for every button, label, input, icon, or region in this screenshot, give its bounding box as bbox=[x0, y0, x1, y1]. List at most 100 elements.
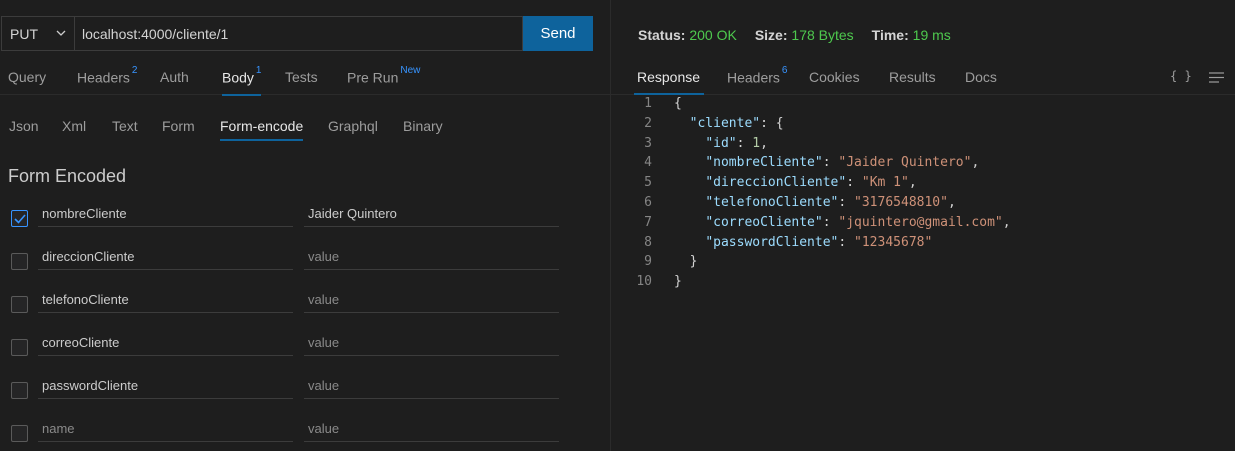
tab-graphql[interactable]: Graphql bbox=[328, 118, 378, 134]
url-bar: PUT localhost:4000/cliente/1 Send bbox=[1, 16, 593, 51]
json-key: id bbox=[713, 135, 729, 151]
response-status-bar: Status: 200 OK Size: 178 Bytes Time: 19 … bbox=[638, 27, 969, 43]
json-key: cliente bbox=[697, 115, 753, 131]
tab-label: Headers bbox=[727, 69, 780, 86]
key-input[interactable]: telefonoCliente bbox=[38, 287, 293, 313]
method-label: PUT bbox=[10, 25, 38, 42]
json-key: correoCliente bbox=[713, 214, 815, 230]
json-key: direccionCliente bbox=[713, 175, 839, 191]
line-number: 7 bbox=[644, 214, 652, 230]
json-value: 3176548810 bbox=[861, 194, 941, 210]
line-number: 1 bbox=[644, 96, 652, 111]
code-line: 10} bbox=[611, 274, 1011, 294]
value-input[interactable]: value bbox=[304, 373, 559, 399]
body-type-tabs: Json Xml Text Form Form-encode Graphql B… bbox=[0, 110, 610, 141]
tab-badge: 2 bbox=[131, 65, 138, 76]
value-input[interactable]: Jaider Quintero bbox=[304, 201, 559, 227]
tab-tests[interactable]: Tests bbox=[285, 69, 318, 85]
json-value: Jaider Quintero bbox=[846, 155, 964, 171]
tab-xml[interactable]: Xml bbox=[62, 118, 86, 134]
json-value: 1 bbox=[752, 135, 761, 151]
active-tab-indicator bbox=[222, 93, 262, 96]
code-line: 3 "id": 1, bbox=[611, 136, 1011, 156]
line-number: 6 bbox=[644, 194, 652, 210]
url-input[interactable]: localhost:4000/cliente/1 bbox=[75, 16, 523, 51]
code-line: 6 "telefonoCliente": "3176548810", bbox=[611, 195, 1011, 215]
form-title: Form Encoded bbox=[8, 166, 127, 186]
active-tab-indicator bbox=[634, 93, 705, 95]
tab-label: Pre Run bbox=[347, 69, 399, 86]
json-value: 12345678 bbox=[861, 234, 925, 250]
time-label: Time: bbox=[871, 27, 909, 43]
key-input[interactable]: name bbox=[38, 416, 293, 442]
tab-cookies[interactable]: Cookies bbox=[809, 69, 860, 85]
method-select[interactable]: PUT bbox=[1, 16, 75, 51]
value-input[interactable]: value bbox=[304, 287, 559, 313]
value-input[interactable]: value bbox=[304, 244, 559, 270]
time-value: 19 ms bbox=[912, 27, 951, 43]
row-checkbox[interactable] bbox=[11, 339, 28, 356]
tab-results[interactable]: Results bbox=[889, 69, 936, 85]
row-checkbox[interactable] bbox=[11, 253, 28, 270]
tab-docs[interactable]: Docs bbox=[965, 69, 997, 85]
tab-form-encode[interactable]: Form-encode bbox=[220, 118, 304, 141]
tab-badge: 6 bbox=[781, 65, 788, 76]
tab-pre-run[interactable]: Pre Run New bbox=[347, 65, 420, 86]
key-input[interactable]: direccionCliente bbox=[38, 244, 293, 270]
tab-form[interactable]: Form bbox=[162, 118, 195, 134]
code-line: 8 "passwordCliente": "12345678" bbox=[611, 235, 1011, 255]
line-number: 9 bbox=[644, 254, 652, 270]
response-body: 1{ 2 "cliente": { 3 "id": 1, 4 "nombreCl… bbox=[611, 96, 1011, 294]
wrap-lines-icon[interactable] bbox=[1209, 72, 1224, 83]
key-input[interactable]: passwordCliente bbox=[38, 373, 293, 399]
tab-response-headers[interactable]: Headers 6 bbox=[727, 65, 787, 86]
form-row: name value bbox=[0, 421, 610, 451]
response-tabs: Response Headers 6 Cookies Results Docs bbox=[611, 62, 1235, 95]
checkmark-icon bbox=[14, 214, 26, 224]
tab-binary[interactable]: Binary bbox=[403, 118, 443, 134]
value-input[interactable]: value bbox=[304, 416, 559, 442]
braces-icon[interactable]: { } bbox=[1170, 69, 1192, 83]
tab-label: Query bbox=[8, 69, 47, 85]
code-line: 1{ bbox=[611, 96, 1011, 116]
tab-auth[interactable]: Auth bbox=[160, 69, 189, 85]
send-button[interactable]: Send bbox=[523, 16, 593, 51]
row-checkbox[interactable] bbox=[11, 425, 28, 442]
key-input[interactable]: correoCliente bbox=[38, 330, 293, 356]
tab-label: Auth bbox=[160, 69, 189, 85]
code-line: 5 "direccionCliente": "Km 1", bbox=[611, 175, 1011, 195]
request-tabs: Query Headers 2 Auth Body 1 Tests Pre Run N… bbox=[0, 62, 610, 96]
time-group: Time: 19 ms bbox=[872, 27, 951, 43]
code-line: 7 "correoCliente": "jquintero@gmail.com"… bbox=[611, 214, 1010, 235]
json-value: Km 1 bbox=[869, 175, 901, 191]
line-number: 5 bbox=[644, 175, 652, 191]
key-input[interactable]: nombreCliente bbox=[38, 201, 293, 227]
row-checkbox[interactable] bbox=[11, 382, 28, 399]
tab-text[interactable]: Text bbox=[112, 118, 138, 134]
line-number: 3 bbox=[644, 135, 652, 151]
tab-body[interactable]: Body 1 bbox=[222, 65, 262, 96]
row-checkbox[interactable] bbox=[11, 210, 28, 227]
value-input[interactable]: value bbox=[304, 330, 559, 356]
row-checkbox[interactable] bbox=[11, 296, 28, 313]
status-group: Status: 200 OK bbox=[638, 27, 737, 43]
tab-response[interactable]: Response bbox=[634, 69, 705, 95]
size-value: 178 Bytes bbox=[791, 27, 854, 43]
json-key: passwordCliente bbox=[713, 234, 831, 250]
tab-label: Results bbox=[889, 69, 936, 85]
tab-headers[interactable]: Headers 2 bbox=[77, 65, 137, 86]
json-value: jquintero@gmail.com bbox=[846, 214, 995, 230]
tab-badge: 1 bbox=[255, 65, 262, 76]
json-key: telefonoCliente bbox=[713, 194, 831, 210]
request-pane: PUT localhost:4000/cliente/1 Send Query … bbox=[0, 0, 610, 451]
tab-label: Response bbox=[637, 69, 701, 85]
code-line: 9 } bbox=[611, 254, 1011, 274]
tab-json[interactable]: Json bbox=[9, 118, 39, 134]
line-number: 10 bbox=[636, 274, 652, 290]
status-value: 200 OK bbox=[689, 27, 737, 43]
tab-label: Docs bbox=[965, 69, 997, 85]
tab-label: Headers bbox=[77, 69, 130, 86]
tab-query[interactable]: Query bbox=[8, 69, 46, 85]
line-number: 4 bbox=[644, 155, 652, 171]
chevron-down-icon bbox=[56, 30, 66, 36]
